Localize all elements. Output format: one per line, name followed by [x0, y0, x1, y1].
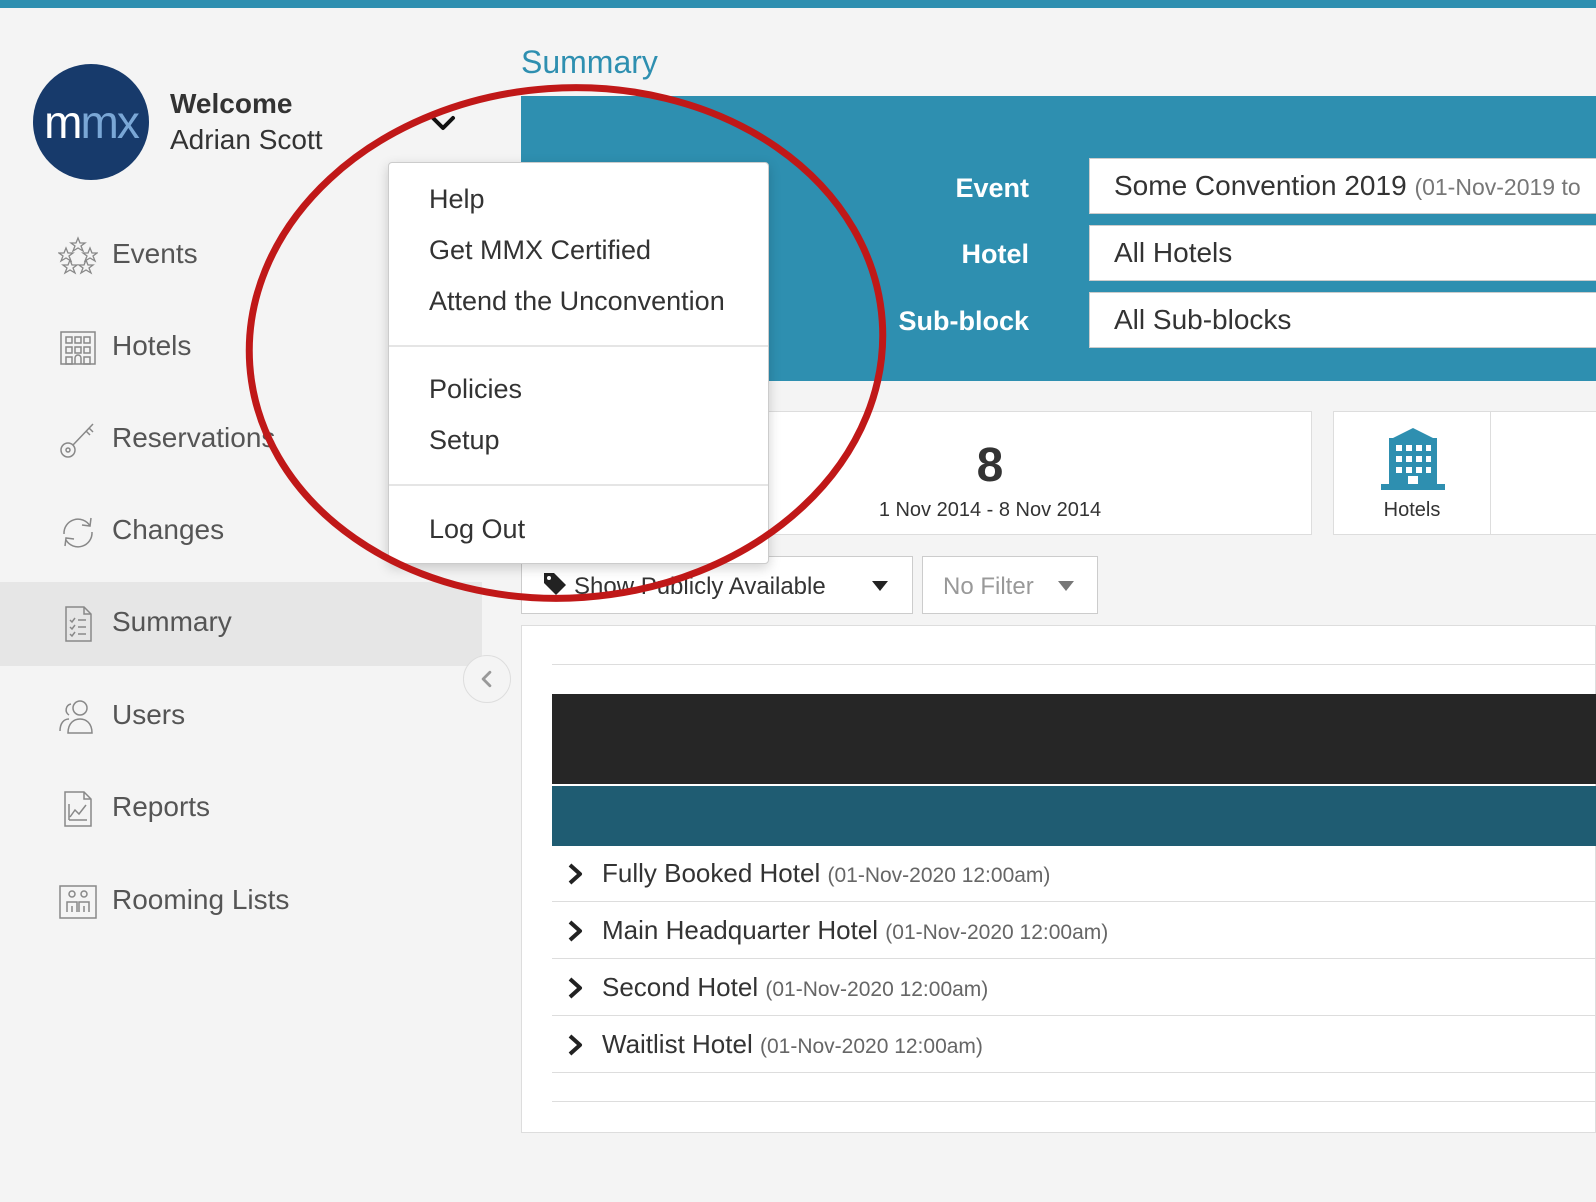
- hotel-building-icon: [1381, 428, 1445, 490]
- sidebar-item-label: Reports: [112, 791, 211, 822]
- menu-divider: [389, 345, 768, 347]
- menu-item-unconvention[interactable]: Attend the Unconvention: [429, 286, 725, 317]
- user-dropdown-menu: Help Get MMX Certified Attend the Unconv…: [388, 162, 769, 564]
- card-divider: [1490, 412, 1491, 534]
- chevron-right-icon: [568, 920, 582, 942]
- chart-icon: [64, 791, 92, 827]
- rooming-icon: [59, 885, 97, 919]
- sidebar-item-rooming-lists[interactable]: Rooming Lists: [0, 860, 482, 944]
- hotel-date: (01-Nov-2020 12:00am): [885, 921, 1109, 944]
- menu-item-policies[interactable]: Policies: [429, 374, 522, 405]
- caret-down-icon: [872, 581, 888, 591]
- divider: [552, 1101, 1596, 1102]
- hotel-date: (01-Nov-2020 12:00am): [759, 1035, 983, 1058]
- chevron-right-icon: [568, 863, 582, 885]
- hotels-stat-card[interactable]: Hotels: [1333, 411, 1596, 535]
- stars-icon: [58, 236, 98, 275]
- hotel-row[interactable]: Fully Booked Hotel (01-Nov-2020 12:00am): [552, 846, 1596, 902]
- dark-header-band: [552, 694, 1596, 784]
- subblock-select[interactable]: All Sub-blocks: [1089, 292, 1596, 348]
- menu-item-get-certified[interactable]: Get MMX Certified: [429, 235, 651, 266]
- hotel-name: Main Headquarter Hotel: [602, 915, 879, 945]
- user-name: Adrian Scott: [170, 124, 323, 155]
- sidebar-item-label: Events: [112, 238, 198, 269]
- welcome-label: Welcome: [170, 88, 293, 119]
- hotel-name: Waitlist Hotel: [602, 1029, 753, 1059]
- menu-item-help[interactable]: Help: [429, 184, 485, 215]
- sidebar-item-reports[interactable]: Reports: [0, 767, 482, 851]
- top-accent-bar: [0, 0, 1596, 8]
- key-icon: [60, 423, 94, 458]
- refresh-icon: [63, 517, 93, 548]
- teal-header-band: [552, 786, 1596, 846]
- chevron-right-icon: [568, 977, 582, 999]
- visibility-filter-value: Show Publicly Available: [574, 573, 826, 600]
- no-filter-select[interactable]: No Filter: [922, 556, 1098, 614]
- hotel-name: Second Hotel: [602, 972, 759, 1002]
- visibility-filter-select[interactable]: Show Publicly Available: [521, 556, 913, 614]
- menu-divider: [389, 484, 768, 486]
- users-icon: [59, 700, 93, 734]
- tag-icon: [544, 573, 566, 595]
- sidebar-item-users[interactable]: Users: [0, 675, 482, 759]
- chevron-left-icon: [481, 670, 492, 688]
- hotel-row[interactable]: Main Headquarter Hotel (01-Nov-2020 12:0…: [552, 903, 1596, 959]
- event-label: Event: [955, 173, 1029, 203]
- event-select[interactable]: Some Convention 2019 (01-Nov-2019 to: [1089, 158, 1596, 214]
- sidebar-item-label: Users: [112, 699, 186, 730]
- checklist-icon: [65, 606, 92, 642]
- hotel-list-panel: Fully Booked Hotel (01-Nov-2020 12:00am)…: [521, 625, 1596, 1133]
- chevron-down-icon[interactable]: [429, 110, 457, 138]
- hotel-select[interactable]: All Hotels: [1089, 225, 1596, 281]
- collapse-sidebar-button[interactable]: [463, 655, 511, 703]
- subblock-label: Sub-block: [898, 306, 1029, 336]
- hotel-name: Fully Booked Hotel: [602, 858, 821, 888]
- hotel-label: Hotel: [961, 239, 1030, 269]
- sidebar-item-label: Reservations: [112, 422, 276, 453]
- building-icon: [60, 331, 96, 365]
- sidebar-item-label: Changes: [112, 514, 225, 545]
- menu-item-log-out[interactable]: Log Out: [429, 514, 525, 545]
- chevron-right-icon: [568, 1034, 582, 1056]
- sidebar-item-label: Summary: [112, 606, 232, 637]
- no-filter-value: No Filter: [943, 573, 1034, 600]
- sidebar-item-summary[interactable]: Summary: [0, 582, 482, 666]
- hotel-date: (01-Nov-2020 12:00am): [827, 864, 1051, 887]
- sidebar-item-label: Hotels: [112, 330, 192, 361]
- hotel-row[interactable]: Second Hotel (01-Nov-2020 12:00am): [552, 960, 1596, 1016]
- mmx-logo-avatar: mmx: [33, 64, 149, 180]
- divider: [552, 664, 1596, 665]
- hotel-date: (01-Nov-2020 12:00am): [765, 978, 989, 1001]
- page-title: Summary: [521, 44, 658, 80]
- sidebar-item-label: Rooming Lists: [112, 884, 290, 915]
- caret-down-icon: [1058, 581, 1074, 591]
- hotel-row[interactable]: Waitlist Hotel (01-Nov-2020 12:00am): [552, 1017, 1596, 1073]
- menu-item-setup[interactable]: Setup: [429, 425, 500, 456]
- hotels-stat-label: Hotels: [1383, 499, 1441, 521]
